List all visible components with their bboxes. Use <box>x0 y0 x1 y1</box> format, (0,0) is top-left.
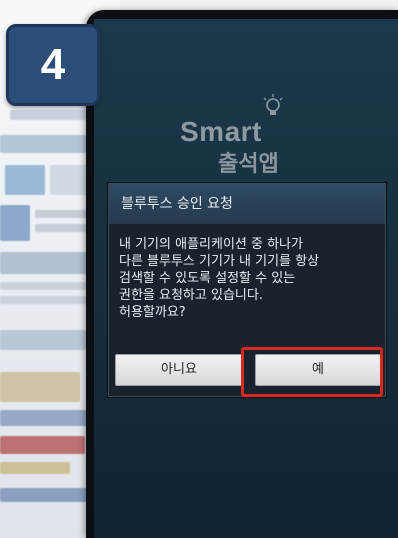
logo-text-smart: Smart <box>180 116 262 147</box>
dialog-message-line: 허용할까요? <box>119 305 186 320</box>
dialog-message-line: 검색할 수 있도록 설정할 수 있는 <box>119 271 296 286</box>
bg-block <box>0 205 30 241</box>
logo-text-korean: 출석앱 <box>218 152 279 177</box>
bg-block <box>0 462 70 474</box>
dialog-message-line: 내 기기의 애플리케이션 중 하나가 <box>119 237 303 252</box>
bg-block <box>5 165 45 195</box>
dialog-title: 블루투스 승인 요청 <box>109 184 385 224</box>
bg-block <box>0 410 90 426</box>
bg-block <box>0 436 85 454</box>
lightbulb-icon <box>263 94 283 115</box>
deny-button[interactable]: 아니요 <box>115 354 243 386</box>
step-number-badge: 4 <box>6 24 100 106</box>
bg-block <box>0 488 90 502</box>
dialog-message-line: 권한을 요청하고 있습니다. <box>119 288 263 303</box>
bg-block <box>0 282 95 290</box>
dialog-message: 내 기기의 애플리케이션 중 하나가 다른 블루투스 기기가 내 기기를 항상 … <box>119 236 379 321</box>
bg-block <box>0 296 100 304</box>
app-logo: Smart 출석앱 <box>180 94 300 184</box>
dialog-message-line: 다른 블루투스 기기가 내 기기를 항상 <box>119 254 320 269</box>
bg-block <box>0 372 80 402</box>
allow-button-highlight <box>241 347 383 397</box>
